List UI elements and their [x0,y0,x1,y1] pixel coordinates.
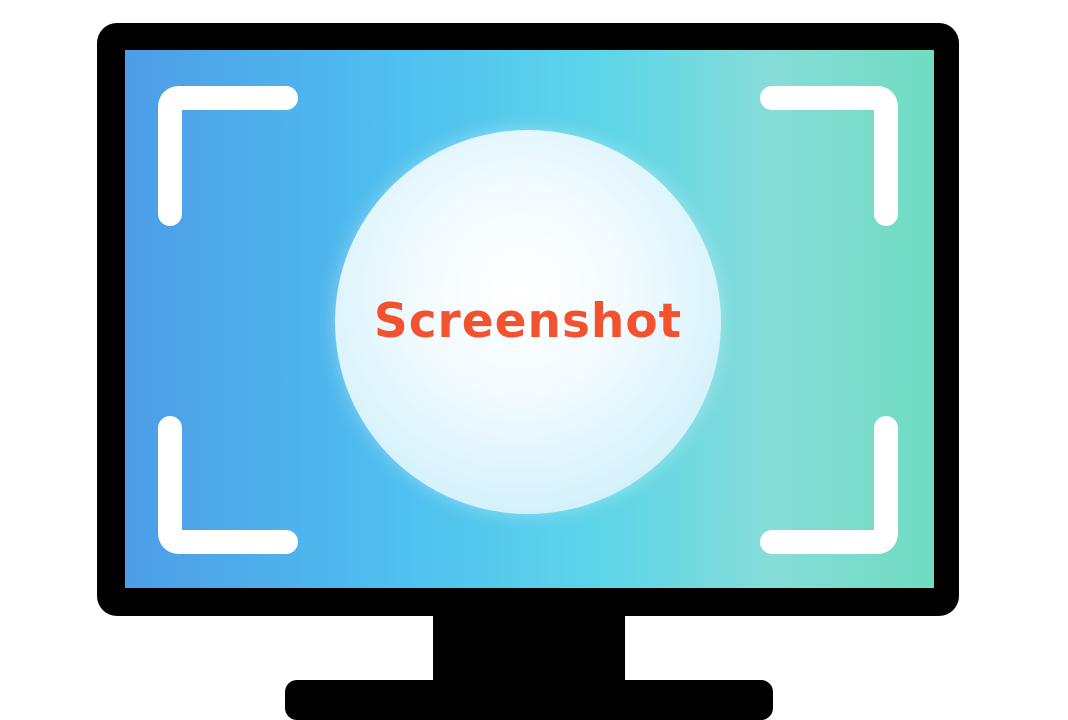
screenshot-illustration: Screenshot [0,0,1068,720]
monitor-stand-base [285,680,773,720]
screenshot-label: Screenshot [373,294,683,349]
capture-corner-bottom-right-icon [760,416,898,554]
capture-corner-bottom-left-icon [158,416,298,554]
capture-corner-top-right-icon [760,86,898,226]
capture-corner-top-left-icon [158,86,298,226]
